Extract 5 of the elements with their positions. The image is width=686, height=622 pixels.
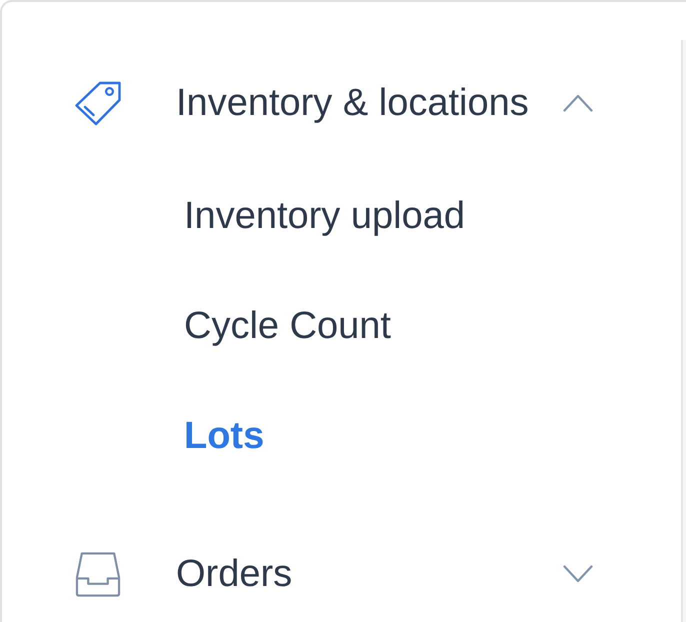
nav-link[interactable]: Cycle Count	[178, 296, 397, 356]
nav-link[interactable]: Lots	[178, 406, 270, 466]
nav-link[interactable]: Inventory upload	[178, 186, 471, 246]
nav-section-button[interactable]: Orders	[60, 544, 610, 604]
nav-section-button[interactable]: Inventory & locations	[60, 73, 610, 133]
